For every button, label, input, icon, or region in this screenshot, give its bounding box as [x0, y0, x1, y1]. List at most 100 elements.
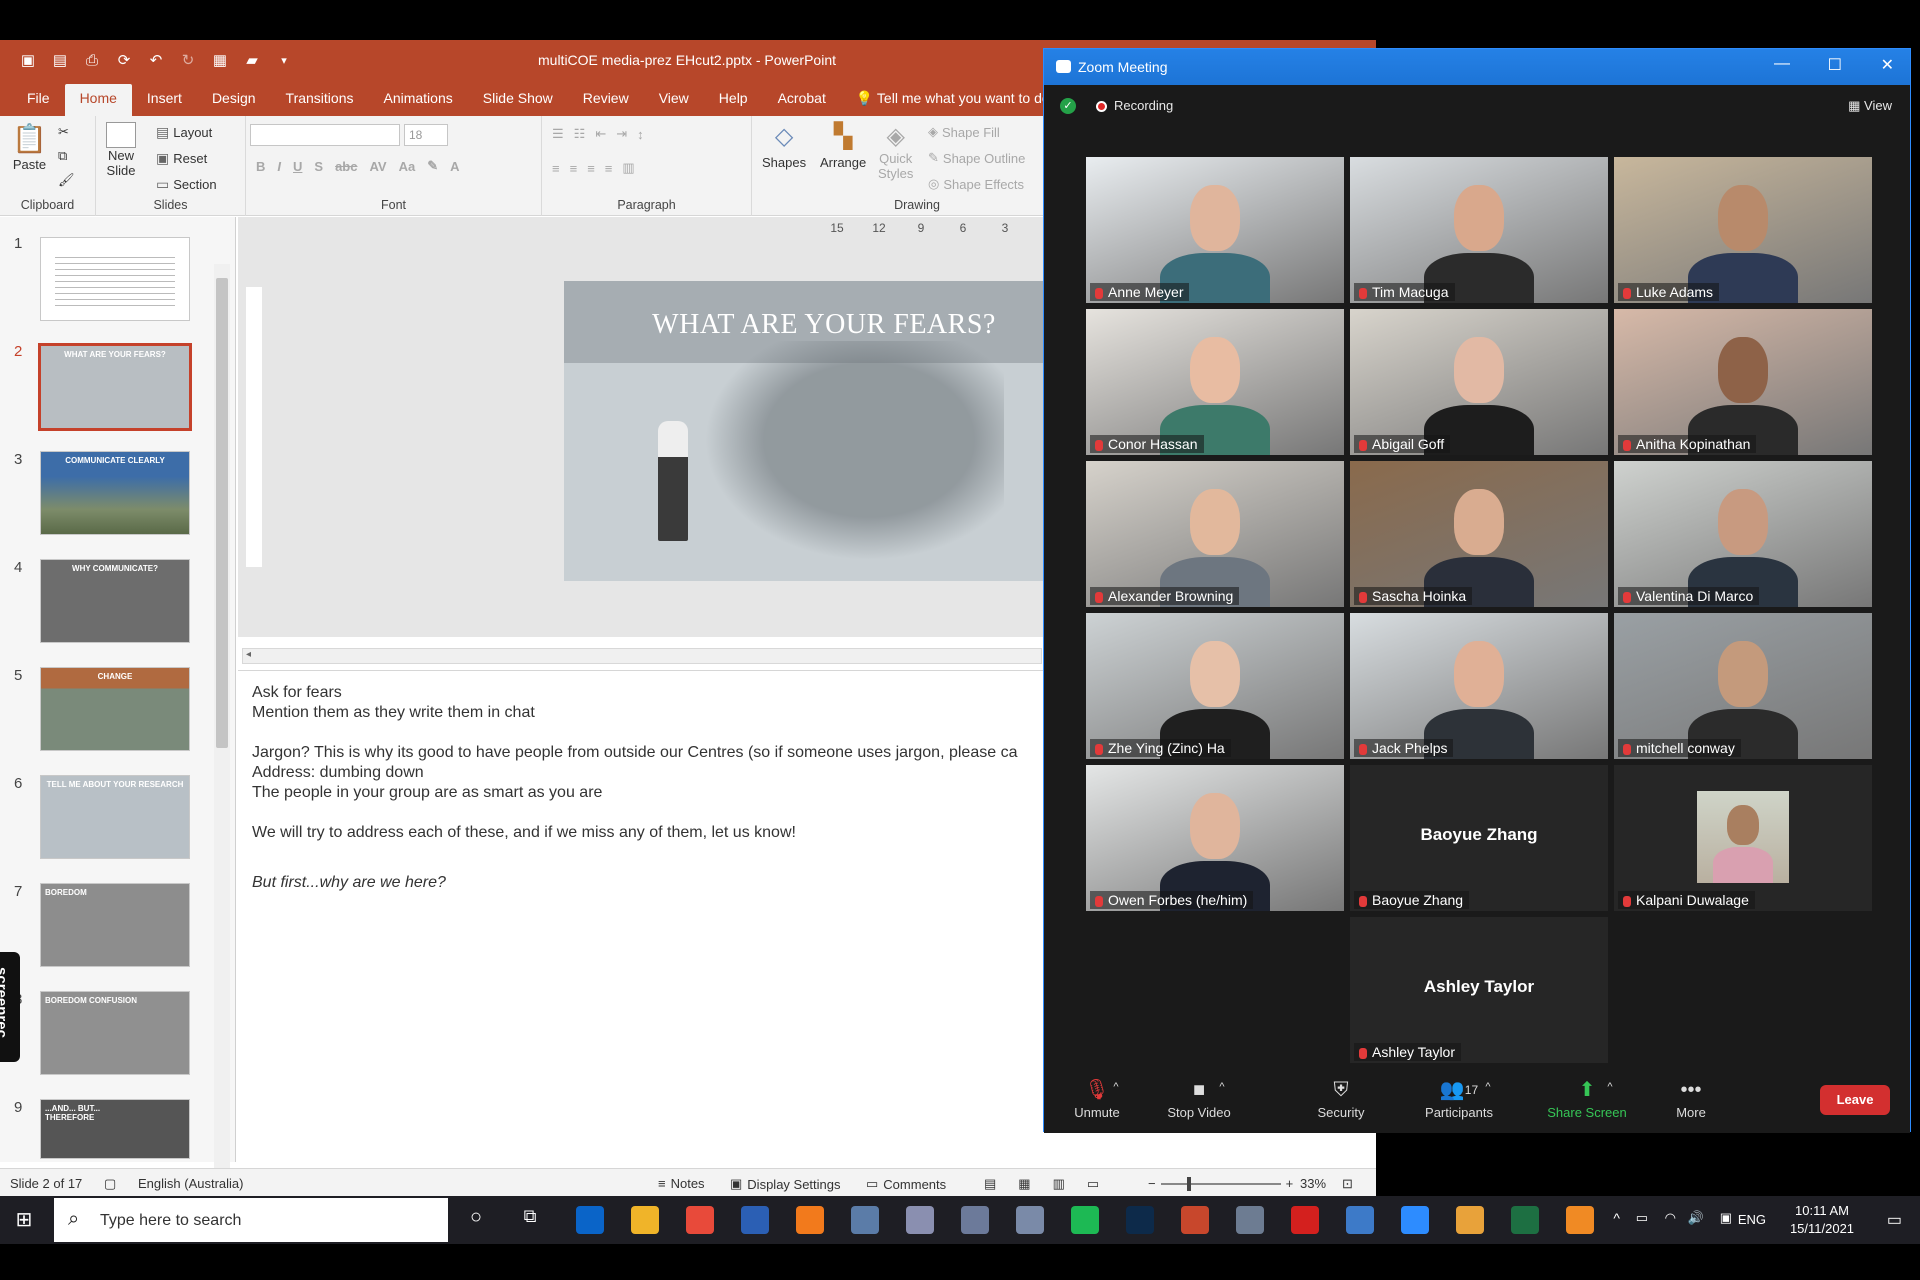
font-size-box[interactable]: 18 — [404, 124, 448, 146]
paint-icon[interactable] — [906, 1206, 934, 1234]
quick-styles-button[interactable]: ◈ Quick Styles — [878, 122, 913, 181]
tab-slide-show[interactable]: Slide Show — [468, 84, 568, 116]
new-slide-button[interactable]: New Slide — [106, 122, 136, 178]
zoom-track[interactable] — [1160, 1176, 1281, 1191]
strikethrough-icon[interactable]: S — [314, 159, 323, 174]
participant-video-tile[interactable]: Anne Meyer — [1086, 157, 1344, 303]
tray-chevron-icon[interactable]: ^ — [1613, 1210, 1620, 1226]
share-chevron-icon[interactable]: ^ — [1600, 1081, 1620, 1093]
close-icon[interactable]: ✕ — [1881, 55, 1894, 75]
underline-icon[interactable]: U — [293, 159, 302, 174]
tab-design[interactable]: Design — [197, 84, 271, 116]
zoom-in-icon[interactable]: + — [1286, 1176, 1294, 1191]
participant-video-tile[interactable]: mitchell conway — [1614, 613, 1872, 759]
recording-indicator[interactable]: Recording — [1114, 98, 1173, 113]
scroll-left-icon[interactable]: ◂ — [246, 649, 251, 660]
font-color-icon[interactable]: A — [450, 159, 459, 174]
participant-video-tile[interactable]: Tim Macuga — [1350, 157, 1608, 303]
redo-icon[interactable]: ↻ — [178, 50, 198, 70]
slide-thumbnail-4[interactable]: WHY COMMUNICATE? — [40, 559, 190, 643]
open-folder-icon[interactable]: ▰ — [242, 50, 262, 70]
slide-thumbnail-5[interactable]: CHANGE — [40, 667, 190, 751]
thumbnails-scrollbar[interactable] — [214, 264, 230, 1196]
volume-icon[interactable]: 🔊 — [1688, 1210, 1704, 1226]
leave-button[interactable]: Leave — [1820, 1085, 1890, 1115]
align-right-icon[interactable]: ≡ — [587, 161, 595, 176]
zoom-percent[interactable]: 33% — [1300, 1176, 1326, 1191]
reading-view-icon[interactable]: ▥ — [1053, 1176, 1065, 1192]
tab-file[interactable]: File — [12, 84, 65, 116]
app-blue-icon[interactable] — [851, 1206, 879, 1234]
slide-thumbnail-1[interactable] — [40, 237, 190, 321]
change-case-icon[interactable]: Aa — [399, 159, 416, 174]
bold-icon[interactable]: B — [256, 159, 265, 174]
fit-slide-icon[interactable]: ⊡ — [1342, 1176, 1353, 1192]
tab-acrobat[interactable]: Acrobat — [763, 84, 841, 116]
slide-horizontal-scrollbar[interactable]: ◂ — [242, 648, 1042, 664]
zoom-slider[interactable]: − + — [1148, 1176, 1293, 1191]
layout-button[interactable]: ▤ Layout — [156, 124, 212, 141]
comments-button[interactable]: ▭ Comments — [866, 1176, 946, 1192]
shape-fill-button[interactable]: ◈ Shape Fill — [928, 124, 1000, 140]
tab-review[interactable]: Review — [568, 84, 644, 116]
slide-thumbnail-2[interactable]: WHAT ARE YOUR FEARS? — [38, 343, 192, 431]
tab-insert[interactable]: Insert — [132, 84, 197, 116]
calculator-icon[interactable] — [961, 1206, 989, 1234]
slide-thumbnail-8[interactable]: BOREDOM CONFUSION — [40, 991, 190, 1075]
columns-icon[interactable]: ▥ — [622, 160, 634, 176]
participant-video-tile[interactable]: Valentina Di Marco — [1614, 461, 1872, 607]
taskbar-search-box[interactable]: ⌕ Type here to search — [54, 1198, 448, 1242]
slideshow-view-icon[interactable]: ▭ — [1087, 1176, 1099, 1192]
participant-tile[interactable]: Baoyue Zhang Baoyue Zhang — [1350, 765, 1608, 911]
display-settings-button[interactable]: ▣ Display Settings — [730, 1176, 841, 1192]
copy-icon[interactable]: ⧉ — [58, 148, 67, 164]
section-button[interactable]: ▭ Section — [156, 176, 217, 193]
monitor-icon[interactable] — [1016, 1206, 1044, 1234]
char-spacing-icon[interactable]: AV — [369, 159, 386, 174]
slide-thumbnail-6[interactable]: TELL ME ABOUT YOUR RESEARCH — [40, 775, 190, 859]
bullets-icon[interactable]: ☰ — [552, 126, 564, 142]
wifi-icon[interactable]: ◠ — [1665, 1210, 1676, 1226]
maximize-icon[interactable]: ☐ — [1828, 55, 1842, 75]
arrange-button[interactable]: ▚ Arrange — [820, 122, 866, 170]
zoom-thumb[interactable] — [1186, 1176, 1191, 1191]
scroll-thumb[interactable] — [216, 278, 228, 748]
cut-icon[interactable]: ✂ — [58, 124, 69, 140]
format-painter-icon[interactable]: 🖌 — [58, 172, 75, 188]
chrome-icon[interactable] — [686, 1206, 714, 1234]
numbering-icon[interactable]: ☷ — [574, 126, 586, 142]
abc-strike-icon[interactable]: abc — [335, 159, 357, 174]
cortana-icon[interactable]: ○ — [462, 1206, 490, 1234]
windows-start-icon[interactable]: ⊞ — [12, 1208, 36, 1232]
file-explorer-icon[interactable] — [631, 1206, 659, 1234]
shapes-button[interactable]: ◇ Shapes — [762, 122, 806, 170]
sublime-icon[interactable] — [1566, 1206, 1594, 1234]
slide-thumbnail-9[interactable]: ...AND... BUT... THEREFORE — [40, 1099, 190, 1159]
participant-video-tile[interactable]: Owen Forbes (he/him) — [1086, 765, 1344, 911]
spellcheck-icon[interactable]: ▢ — [104, 1176, 116, 1192]
app-box-icon[interactable] — [1236, 1206, 1264, 1234]
slide-thumbnail-7[interactable]: BOREDOM — [40, 883, 190, 967]
participants-chevron-icon[interactable]: ^ — [1478, 1081, 1498, 1093]
participant-video-tile[interactable]: Anitha Kopinathan — [1614, 309, 1872, 455]
powerpoint-icon[interactable] — [1181, 1206, 1209, 1234]
tab-view[interactable]: View — [644, 84, 704, 116]
align-left-icon[interactable]: ≡ — [552, 161, 560, 176]
unmute-button[interactable]: 🎙 Unmute — [1052, 1075, 1142, 1120]
encryption-shield-icon[interactable]: ✓ — [1060, 98, 1076, 114]
outlook-icon[interactable] — [576, 1206, 604, 1234]
participant-video-tile[interactable]: Jack Phelps — [1350, 613, 1608, 759]
tab-home[interactable]: Home — [64, 84, 132, 116]
photoshop-icon[interactable] — [1126, 1206, 1154, 1234]
shape-outline-button[interactable]: ✎ Shape Outline — [928, 150, 1025, 166]
paste-button[interactable]: 📋 Paste — [12, 122, 47, 172]
participant-video-tile[interactable]: Luke Adams — [1614, 157, 1872, 303]
print-preview-icon[interactable]: ⎙ — [82, 50, 102, 70]
security-button[interactable]: ⛨ Security — [1296, 1075, 1386, 1120]
increase-indent-icon[interactable]: ⇥ — [616, 126, 627, 142]
app-network-icon[interactable] — [1346, 1206, 1374, 1234]
screenrec-tab[interactable]: screenrec — [0, 952, 20, 1062]
shape-effects-button[interactable]: ◎ Shape Effects — [928, 176, 1024, 192]
slide-title[interactable]: WHAT ARE YOUR FEARS? — [564, 309, 1084, 341]
line-spacing-icon[interactable]: ↕ — [637, 127, 644, 142]
